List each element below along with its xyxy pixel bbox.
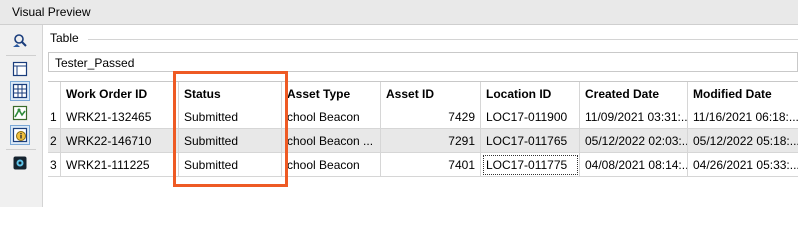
cell-created-date[interactable]: 04/08/2021 08:14:... [580, 153, 688, 177]
table-panel: Table Tester_Passed Work Order ID Status… [43, 25, 798, 207]
cell-created-date[interactable]: 11/09/2021 03:31:... [580, 105, 688, 129]
cell-location-id[interactable]: LOC17-011900 [481, 105, 580, 129]
cell-work-order-id[interactable]: WRK21-132465 [61, 105, 179, 129]
cell-work-order-id[interactable]: WRK21-111225 [61, 153, 179, 177]
table-header-row: Work Order ID Status Asset Type Asset ID… [48, 81, 798, 106]
info-icon[interactable] [10, 125, 30, 145]
cell-location-id[interactable]: LOC17-011775 [481, 153, 580, 177]
table-row[interactable]: 1 WRK21-132465 Submitted chool Beacon 74… [48, 105, 798, 129]
cell-asset-type[interactable]: chool Beacon [282, 153, 381, 177]
column-header-status[interactable]: Status [179, 82, 282, 106]
cell-modified-date[interactable]: 05/12/2022 05:18:... [688, 129, 798, 153]
cell-created-date[interactable]: 05/12/2022 02:03:... [580, 129, 688, 153]
table-view-icon[interactable] [10, 59, 30, 79]
table-name-field[interactable]: Tester_Passed [48, 52, 798, 72]
cell-asset-id[interactable]: 7401 [381, 153, 481, 177]
table-row[interactable]: 3 WRK21-111225 Submitted chool Beacon 74… [48, 153, 798, 177]
cell-location-id[interactable]: LOC17-011765 [481, 129, 580, 153]
section-divider [88, 39, 798, 40]
cell-asset-type[interactable]: chool Beacon ... [282, 129, 381, 153]
column-header-asset-type[interactable]: Asset Type [282, 82, 381, 106]
window-title: Visual Preview [12, 5, 91, 19]
cell-status[interactable]: Submitted [179, 129, 282, 153]
grid-icon[interactable] [10, 81, 30, 101]
inspect-icon[interactable] [10, 31, 30, 51]
cell-asset-type[interactable]: chool Beacon [282, 105, 381, 129]
column-header-work-order-id[interactable]: Work Order ID [61, 82, 179, 106]
cell-asset-id[interactable]: 7429 [381, 105, 481, 129]
row-number[interactable]: 1 [48, 105, 61, 129]
column-header-location-id[interactable]: Location ID [481, 82, 580, 106]
column-header-modified-date[interactable]: Modified Date [688, 82, 798, 106]
column-header-created-date[interactable]: Created Date [580, 82, 688, 106]
cell-status[interactable]: Submitted [179, 153, 282, 177]
table-row[interactable]: 2 WRK22-146710 Submitted chool Beacon ..… [48, 129, 798, 153]
graphics-view-icon[interactable] [10, 103, 30, 123]
column-header-asset-id[interactable]: Asset ID [381, 82, 481, 106]
cell-work-order-id[interactable]: WRK22-146710 [61, 129, 179, 153]
3d-view-icon[interactable] [10, 153, 30, 173]
cell-modified-date[interactable]: 04/26/2021 05:33:... [688, 153, 798, 177]
left-toolbar [0, 25, 43, 207]
row-number[interactable]: 2 [48, 129, 61, 153]
data-table: Work Order ID Status Asset Type Asset ID… [48, 81, 798, 177]
corner-header[interactable] [48, 82, 61, 106]
cell-status[interactable]: Submitted [179, 105, 282, 129]
cell-asset-id[interactable]: 7291 [381, 129, 481, 153]
row-number[interactable]: 3 [48, 153, 61, 177]
title-bar: Visual Preview [0, 0, 798, 25]
cell-modified-date[interactable]: 11/16/2021 06:18:... [688, 105, 798, 129]
section-label: Table [50, 31, 79, 45]
